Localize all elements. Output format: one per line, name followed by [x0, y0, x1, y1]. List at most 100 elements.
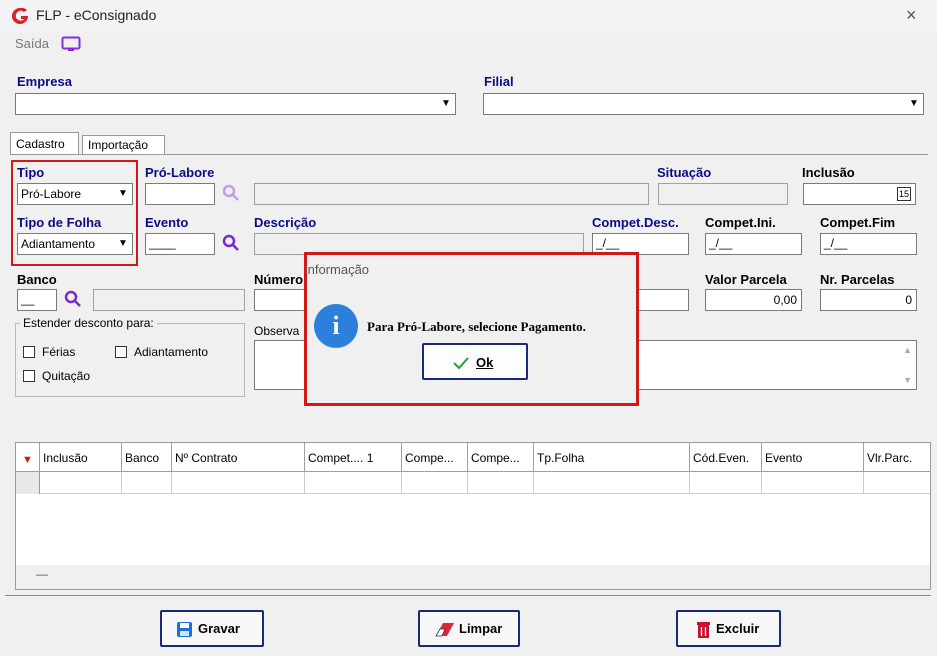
gravar-button[interactable]: Gravar	[160, 610, 264, 647]
table-cell[interactable]	[690, 472, 762, 494]
nr-parcelas-label: Nr. Parcelas	[820, 272, 895, 287]
evento-input[interactable]: ____	[145, 233, 215, 255]
limpar-label: Limpar	[459, 621, 503, 636]
excluir-button[interactable]: Excluir	[676, 610, 781, 647]
ferias-checkbox[interactable]	[23, 346, 35, 358]
empresa-select[interactable]: ▼	[15, 93, 456, 115]
ok-button[interactable]: Ok	[422, 343, 528, 380]
adiantamento-checkbox[interactable]	[115, 346, 127, 358]
table-cell[interactable]	[122, 472, 172, 494]
col-vlr-parc[interactable]: Vlr.Parc.	[864, 443, 930, 472]
chevron-down-icon[interactable]: ▼	[115, 185, 131, 203]
col-banco[interactable]: Banco	[122, 443, 172, 472]
col-cod-even[interactable]: Cód.Even.	[690, 443, 762, 472]
calendar-icon[interactable]: 15	[897, 187, 911, 201]
chevron-down-icon[interactable]: ▼	[115, 235, 131, 253]
tab-panel-border	[10, 154, 928, 155]
search-icon[interactable]	[64, 290, 82, 308]
tipo-select-value: Pró-Labore	[21, 187, 82, 201]
empresa-label: Empresa	[17, 74, 72, 89]
grid-header: ▼ Inclusão Banco Nº Contrato Compet.... …	[16, 443, 930, 472]
excluir-label: Excluir	[716, 621, 760, 636]
col-inclusao[interactable]: Inclusão	[40, 443, 122, 472]
table-cell[interactable]	[762, 472, 864, 494]
save-icon	[177, 622, 192, 637]
compet-ini-label: Compet.Ini.	[705, 215, 776, 230]
situacao-label: Situação	[657, 165, 712, 180]
pro-labore-label: Pró-Labore	[145, 165, 215, 180]
chevron-down-icon[interactable]: ▼	[906, 95, 922, 113]
pro-labore-name-field	[254, 183, 649, 205]
trash-icon	[697, 622, 710, 638]
col-evento[interactable]: Evento	[762, 443, 864, 472]
search-icon[interactable]	[222, 234, 240, 252]
valor-parcela-label: Valor Parcela	[705, 272, 787, 287]
inclusao-date-input[interactable]: 15	[803, 183, 916, 205]
window-title: FLP - eConsignado	[36, 7, 157, 23]
col-compet-1[interactable]: Compet.... 1	[305, 443, 402, 472]
footer-divider	[5, 595, 931, 596]
banco-input[interactable]: __	[17, 289, 57, 311]
quitacao-label: Quitação	[42, 369, 91, 383]
situacao-field	[658, 183, 788, 205]
search-icon[interactable]	[222, 184, 240, 202]
chevron-down-icon[interactable]: ▼	[438, 95, 454, 113]
estender-group	[15, 323, 245, 397]
nr-parcelas-input[interactable]: 0	[820, 289, 917, 311]
quitacao-checkbox[interactable]	[23, 370, 35, 382]
col-tp-folha[interactable]: Tp.Folha	[534, 443, 690, 472]
banco-name-field	[93, 289, 245, 311]
table-cell[interactable]	[402, 472, 468, 494]
col-compet-3[interactable]: Compe...	[468, 443, 534, 472]
tipo-folha-select[interactable]: Adiantamento ▼	[17, 233, 133, 255]
tab-cadastro[interactable]: Cadastro	[10, 132, 79, 154]
tipo-label: Tipo	[17, 165, 45, 180]
ferias-label: Férias	[42, 345, 76, 359]
banco-label: Banco	[17, 272, 57, 287]
dialog-message: Para Pró-Labore, selecione Pagamento.	[367, 319, 586, 334]
info-icon: i	[314, 304, 358, 348]
ok-label: Ok	[476, 355, 494, 370]
inclusao-label: Inclusão	[802, 165, 855, 180]
valor-parcela-input[interactable]: 0,00	[705, 289, 802, 311]
app-logo-icon	[12, 7, 28, 24]
close-button[interactable]: ×	[906, 5, 917, 26]
limpar-button[interactable]: Limpar	[418, 610, 520, 647]
numero-label: Número	[254, 272, 304, 287]
table-cell[interactable]	[468, 472, 534, 494]
pro-labore-input[interactable]	[145, 183, 215, 205]
compet-ini-input[interactable]: _/__	[705, 233, 802, 255]
monitor-icon[interactable]	[61, 36, 81, 53]
observacao-label: Observa	[254, 324, 300, 338]
scroll-up-icon[interactable]: ▲	[903, 345, 912, 355]
grid-sort-icon[interactable]: ▼	[16, 443, 40, 472]
dialog-title: Informação	[304, 262, 370, 277]
col-compet-2[interactable]: Compe...	[402, 443, 468, 472]
compet-fim-label: Compet.Fim	[820, 215, 896, 230]
table-cell[interactable]	[534, 472, 690, 494]
filial-label: Filial	[484, 74, 514, 89]
table-row[interactable]	[16, 472, 930, 494]
table-cell[interactable]	[864, 472, 930, 494]
compet-fim-input[interactable]: _/__	[820, 233, 917, 255]
checkmark-icon	[453, 357, 469, 370]
descricao-label: Descrição	[254, 215, 317, 230]
tab-importacao[interactable]: Importação	[82, 135, 165, 154]
tipo-select[interactable]: Pró-Labore ▼	[17, 183, 133, 205]
gravar-label: Gravar	[198, 621, 240, 636]
grid-footer-dash: —	[36, 567, 48, 581]
tipo-folha-select-value: Adiantamento	[21, 237, 96, 251]
table-cell[interactable]	[172, 472, 305, 494]
contracts-grid: ▼ Inclusão Banco Nº Contrato Compet.... …	[15, 442, 931, 590]
evento-label: Evento	[145, 215, 189, 230]
menu-saida[interactable]: Saída	[15, 36, 49, 51]
table-cell[interactable]	[305, 472, 402, 494]
estender-group-title: Estender desconto para:	[20, 316, 157, 330]
col-nr-contrato[interactable]: Nº Contrato	[172, 443, 305, 472]
adiantamento-label: Adiantamento	[134, 345, 209, 359]
tipo-folha-label: Tipo de Folha	[17, 215, 102, 230]
table-cell[interactable]	[40, 472, 122, 494]
scroll-down-icon[interactable]: ▼	[903, 375, 912, 385]
row-selector[interactable]	[16, 472, 40, 494]
filial-select[interactable]: ▼	[483, 93, 924, 115]
